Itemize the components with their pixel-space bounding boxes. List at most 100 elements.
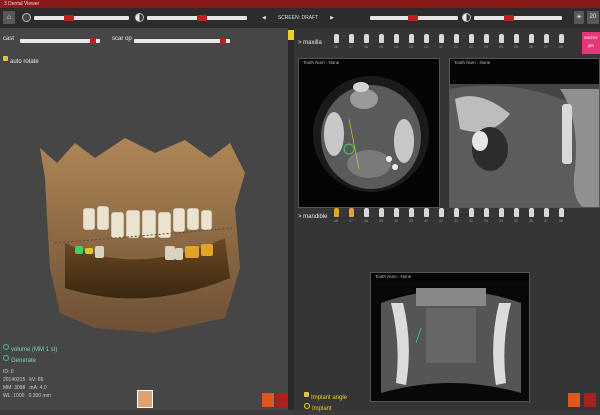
tooth-44-button[interactable] bbox=[394, 208, 399, 217]
zoom-value[interactable]: 20 bbox=[587, 11, 599, 24]
tooth-24-button[interactable] bbox=[499, 34, 504, 43]
mandible-tooth-selector: 48 47 46 45 44 43 42 41 31 32 33 34 35 36 37 38 bbox=[334, 204, 574, 234]
scar-slider[interactable] bbox=[134, 38, 230, 44]
coronal-ct-slice bbox=[371, 281, 529, 401]
3d-skull-render[interactable] bbox=[35, 128, 250, 338]
window-title: 3 Dental Viewer bbox=[4, 1, 40, 7]
viewport-title: Tooth Num : None bbox=[375, 274, 412, 279]
tooth-31-button[interactable] bbox=[454, 208, 459, 217]
auto-rotate-toggle[interactable]: auto rotate bbox=[3, 50, 39, 68]
tooth-43-button[interactable] bbox=[409, 208, 414, 217]
tooth-25-button[interactable] bbox=[514, 34, 519, 43]
3d-view-panel[interactable]: cast scar op auto rotate volume (MM 1 st… bbox=[0, 28, 288, 410]
info-mm: MM: 3098 bbox=[3, 385, 26, 391]
cast-label: cast bbox=[3, 36, 15, 42]
tooth-26-button[interactable] bbox=[529, 34, 534, 43]
tooth-48-button[interactable] bbox=[334, 208, 339, 217]
tooth-number: 17 bbox=[349, 45, 353, 49]
tooth-16-button[interactable] bbox=[364, 34, 369, 43]
tooth-13-button[interactable] bbox=[409, 34, 414, 43]
tooth-45-button[interactable] bbox=[379, 208, 384, 217]
slider-knob[interactable] bbox=[197, 15, 207, 21]
mandible-label[interactable]: > mandible bbox=[298, 214, 328, 220]
info-ma: mA: 4.0 bbox=[29, 385, 47, 391]
toolbar: ⌂ SCREEN: DRAFT ☀ 20 bbox=[0, 8, 600, 29]
tooth-number: 41 bbox=[439, 219, 443, 223]
lock-icon bbox=[3, 56, 8, 62]
tooth-36-button[interactable] bbox=[529, 208, 534, 217]
orange-action-button[interactable] bbox=[262, 393, 274, 407]
tooth-28-button[interactable] bbox=[559, 34, 564, 43]
tooth-27-button[interactable] bbox=[544, 34, 549, 43]
tooth-number: 26 bbox=[529, 45, 533, 49]
tooth-number: 35 bbox=[514, 219, 518, 223]
anchor-pin-button[interactable]: anchor pin bbox=[582, 32, 600, 54]
implant-toggle[interactable]: Implant bbox=[304, 397, 332, 415]
tooth-32-button[interactable] bbox=[469, 208, 474, 217]
tooth-46-button[interactable] bbox=[364, 208, 369, 217]
slider-knob[interactable] bbox=[64, 15, 74, 21]
tooth-21-button[interactable] bbox=[454, 34, 459, 43]
tooth-number: 14 bbox=[394, 45, 398, 49]
tooth-33-button[interactable] bbox=[484, 208, 489, 217]
tooth-number: 16 bbox=[364, 45, 368, 49]
cast-slider[interactable] bbox=[20, 38, 100, 44]
tooth-number: 15 bbox=[379, 45, 383, 49]
tooth-number: 32 bbox=[469, 219, 473, 223]
slider-knob[interactable] bbox=[408, 15, 418, 21]
tooth-number: 43 bbox=[409, 219, 413, 223]
sagittal-viewport[interactable]: Tooth Num : None bbox=[449, 58, 600, 208]
brightness-slider[interactable] bbox=[34, 15, 129, 21]
tooth-number: 33 bbox=[484, 219, 488, 223]
tooth-number: 48 bbox=[334, 219, 338, 223]
tooth-17-button[interactable] bbox=[349, 34, 354, 43]
axial-viewport[interactable]: Tooth Num : None bbox=[298, 58, 440, 208]
tooth-18-button[interactable] bbox=[334, 34, 339, 43]
maxilla-label[interactable]: > maxilla bbox=[298, 40, 322, 46]
generate-toggle[interactable]: Generate bbox=[3, 349, 36, 367]
tooth-47-button[interactable] bbox=[349, 208, 354, 217]
title-bar: 3 Dental Viewer bbox=[0, 0, 600, 8]
orange-action-button[interactable] bbox=[568, 393, 580, 407]
home-button[interactable]: ⌂ bbox=[3, 11, 15, 24]
tooth-number: 47 bbox=[349, 219, 353, 223]
window-slider[interactable] bbox=[370, 15, 458, 21]
tooth-41-button[interactable] bbox=[439, 208, 444, 217]
tooth-42-button[interactable] bbox=[424, 208, 429, 217]
brightness-icon bbox=[22, 13, 31, 22]
slider-knob[interactable] bbox=[504, 15, 514, 21]
tooth-37-button[interactable] bbox=[544, 208, 549, 217]
tooth-number: 38 bbox=[559, 219, 563, 223]
info-kv: kV: 85 bbox=[29, 377, 44, 383]
tooth-number: 23 bbox=[484, 45, 488, 49]
sun-button[interactable]: ☀ bbox=[574, 11, 584, 24]
tooth-number: 42 bbox=[424, 219, 428, 223]
scar-label: scar op bbox=[112, 36, 132, 42]
tooth-38-button[interactable] bbox=[559, 208, 564, 217]
sagittal-ct-slice bbox=[450, 84, 599, 207]
tooth-22-button[interactable] bbox=[469, 34, 474, 43]
info-wl: WL: 1000 bbox=[3, 393, 25, 399]
screen-mode-selector[interactable]: SCREEN: DRAFT bbox=[262, 13, 334, 23]
skull-thumbnail-button[interactable] bbox=[137, 390, 153, 408]
slider-knob[interactable] bbox=[220, 38, 226, 44]
tooth-15-button[interactable] bbox=[379, 34, 384, 43]
tooth-number: 44 bbox=[394, 219, 398, 223]
coronal-viewport[interactable]: Tooth Num : None bbox=[370, 272, 530, 402]
tooth-35-button[interactable] bbox=[514, 208, 519, 217]
tooth-23-button[interactable] bbox=[484, 34, 489, 43]
level-slider[interactable] bbox=[474, 15, 562, 21]
tooth-11-button[interactable] bbox=[439, 34, 444, 43]
tooth-34-button[interactable] bbox=[499, 208, 504, 217]
viewport-title: Tooth Num : None bbox=[303, 60, 340, 65]
contrast-icon-2 bbox=[462, 13, 471, 22]
implant-label: Implant bbox=[312, 406, 332, 412]
slider-knob[interactable] bbox=[90, 38, 96, 44]
red-action-button[interactable] bbox=[584, 393, 596, 407]
contrast-slider[interactable] bbox=[147, 15, 247, 21]
red-action-button[interactable] bbox=[276, 393, 288, 407]
axial-ct-slice bbox=[313, 76, 429, 192]
tooth-number: 34 bbox=[499, 219, 503, 223]
tooth-14-button[interactable] bbox=[394, 34, 399, 43]
tooth-12-button[interactable] bbox=[424, 34, 429, 43]
